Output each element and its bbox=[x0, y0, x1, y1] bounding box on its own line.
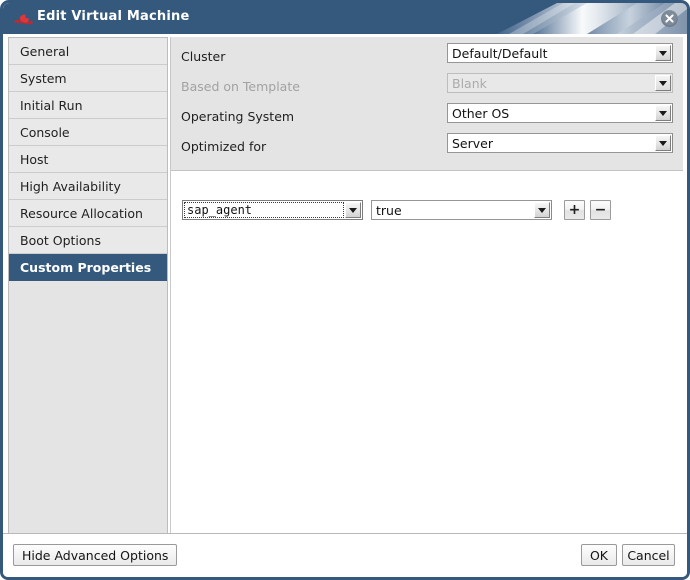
optimized-for-label: Optimized for bbox=[181, 139, 266, 154]
plus-icon: + bbox=[565, 201, 584, 219]
sidebar-item-system[interactable]: System bbox=[9, 65, 167, 92]
based-on-template-dropdown: Blank bbox=[447, 73, 673, 93]
optimized-for-dropdown[interactable]: Server bbox=[447, 133, 673, 153]
operating-system-label: Operating System bbox=[181, 109, 294, 124]
custom-property-row: sap_agent true + − bbox=[171, 200, 683, 224]
add-property-button[interactable]: + bbox=[564, 200, 585, 220]
chevron-down-icon bbox=[655, 75, 671, 91]
sidebar-nav: General System Initial Run Console Host … bbox=[8, 37, 168, 539]
sidebar-filler bbox=[9, 281, 167, 539]
sidebar-item-high-availability[interactable]: High Availability bbox=[9, 173, 167, 200]
custom-property-value-dropdown[interactable]: true bbox=[371, 200, 552, 220]
operating-system-value: Other OS bbox=[452, 106, 650, 121]
titlebar-decoration bbox=[437, 3, 687, 34]
vm-summary-form: Cluster Default/Default Based on Templat… bbox=[171, 37, 683, 171]
form-row-based-on-template: Based on Template Blank bbox=[171, 73, 683, 103]
optimized-for-value: Server bbox=[452, 136, 650, 151]
based-on-template-label: Based on Template bbox=[181, 79, 300, 94]
custom-property-key-value: sap_agent bbox=[187, 203, 340, 218]
content-panel: Cluster Default/Default Based on Templat… bbox=[170, 37, 683, 539]
minus-icon: − bbox=[591, 201, 610, 219]
sidebar-item-console[interactable]: Console bbox=[9, 119, 167, 146]
sidebar-item-general[interactable]: General bbox=[9, 38, 167, 65]
sidebar-item-resource-allocation[interactable]: Resource Allocation bbox=[9, 200, 167, 227]
form-row-cluster: Cluster Default/Default bbox=[171, 43, 683, 73]
cluster-label: Cluster bbox=[181, 49, 225, 64]
redhat-shadowman-icon bbox=[13, 10, 33, 26]
close-icon[interactable] bbox=[661, 10, 678, 27]
based-on-template-value: Blank bbox=[452, 76, 650, 91]
cluster-value: Default/Default bbox=[452, 46, 650, 61]
cluster-dropdown[interactable]: Default/Default bbox=[447, 43, 673, 63]
hide-advanced-options-button[interactable]: Hide Advanced Options bbox=[13, 544, 177, 566]
chevron-down-icon bbox=[534, 202, 550, 218]
remove-property-button[interactable]: − bbox=[590, 200, 611, 220]
custom-properties-section: sap_agent true + − bbox=[171, 172, 683, 539]
form-row-operating-system: Operating System Other OS bbox=[171, 103, 683, 133]
chevron-down-icon bbox=[655, 105, 671, 121]
sidebar-item-custom-properties[interactable]: Custom Properties bbox=[9, 254, 167, 281]
custom-property-value-value: true bbox=[376, 203, 529, 218]
chevron-down-icon bbox=[655, 45, 671, 61]
sidebar-item-host[interactable]: Host bbox=[9, 146, 167, 173]
edit-virtual-machine-dialog: Edit Virtual Machine General System Init… bbox=[0, 0, 690, 580]
chevron-down-icon bbox=[345, 202, 361, 218]
dialog-body: General System Initial Run Console Host … bbox=[3, 34, 687, 577]
operating-system-dropdown[interactable]: Other OS bbox=[447, 103, 673, 123]
dialog-footer: Hide Advanced Options OK Cancel bbox=[3, 533, 687, 577]
chevron-down-icon bbox=[655, 135, 671, 151]
window-title: Edit Virtual Machine bbox=[37, 9, 190, 24]
sidebar-item-initial-run[interactable]: Initial Run bbox=[9, 92, 167, 119]
cancel-button[interactable]: Cancel bbox=[622, 544, 675, 566]
form-row-optimized-for: Optimized for Server bbox=[171, 133, 683, 163]
sidebar-item-boot-options[interactable]: Boot Options bbox=[9, 227, 167, 254]
custom-property-key-dropdown[interactable]: sap_agent bbox=[182, 200, 363, 220]
title-bar: Edit Virtual Machine bbox=[3, 3, 687, 34]
ok-button[interactable]: OK bbox=[581, 544, 617, 566]
